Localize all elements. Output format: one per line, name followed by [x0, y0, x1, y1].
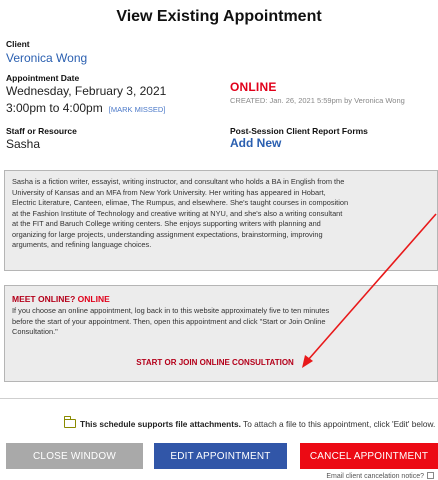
add-new-link[interactable]: Add New — [230, 136, 281, 150]
attachments-note: This schedule supports file attachments.… — [63, 416, 436, 429]
staff-label: Staff or Resource — [6, 126, 77, 136]
client-label: Client — [6, 39, 30, 49]
appointment-mode-badge: ONLINE — [230, 80, 277, 94]
appointment-date: Wednesday, February 3, 2021 — [6, 84, 167, 98]
folder-icon — [63, 416, 76, 428]
meet-online-mode: ONLINE — [77, 294, 110, 304]
edit-appointment-button[interactable]: EDIT APPOINTMENT — [154, 443, 287, 469]
meet-online-box: MEET ONLINE? ONLINE If you choose an onl… — [4, 285, 438, 382]
section-divider — [0, 398, 438, 399]
meet-online-heading: MEET ONLINE? ONLINE — [12, 294, 431, 304]
cancel-notice-label: Email client cancelation notice? — [326, 473, 424, 480]
created-info: CREATED: Jan. 26, 2021 5:59pm by Veronic… — [230, 96, 405, 105]
staff-name: Sasha — [6, 137, 41, 151]
appointment-time-row: 3:00pm to 4:00pm [MARK MISSED] — [6, 101, 165, 115]
appointment-date-label: Appointment Date — [6, 73, 80, 83]
bio-line: arguments, and refining language choices… — [12, 240, 152, 249]
meet-line: If you choose an online appointment, log… — [12, 306, 330, 315]
appointment-time: 3:00pm to 4:00pm — [6, 101, 103, 115]
attachments-bold: This schedule supports file attachments. — [80, 419, 241, 429]
bio-line: Sasha is a fiction writer, essayist, wri… — [12, 177, 345, 186]
start-online-consultation-link[interactable]: START OR JOIN ONLINE CONSULTATION — [5, 358, 425, 367]
staff-bio-box: Sasha is a fiction writer, essayist, wri… — [4, 170, 438, 271]
cancel-appointment-button[interactable]: CANCEL APPOINTMENT — [300, 443, 438, 469]
bio-line: organizing for large projects, understan… — [12, 229, 323, 239]
bio-line: at the Fashion Institute of Technology a… — [12, 208, 343, 218]
meet-online-question: MEET ONLINE? — [12, 294, 76, 304]
client-name-link[interactable]: Veronica Wong — [6, 51, 87, 65]
cancel-notice-checkbox[interactable] — [427, 472, 434, 479]
meet-line: Consultation." — [12, 327, 58, 336]
bio-line: at the FIT and Baruch College writing ce… — [12, 219, 321, 228]
meet-online-instructions: If you choose an online appointment, log… — [12, 306, 431, 338]
page-title: View Existing Appointment — [116, 8, 322, 25]
bio-line: Electric Literature, Canteen, elimae, Th… — [12, 198, 349, 207]
bio-line: University of Kansas and an MFA from New… — [12, 187, 326, 197]
attachments-text: To attach a file to this appointment, cl… — [240, 419, 436, 429]
cancel-notice-row: Email client cancelation notice? — [326, 472, 434, 480]
report-forms-label: Post-Session Client Report Forms — [230, 126, 368, 136]
meet-line: before the start of your appointment. Th… — [12, 316, 326, 326]
mark-missed-link[interactable]: [MARK MISSED] — [109, 105, 166, 114]
close-window-button[interactable]: CLOSE WINDOW — [6, 443, 143, 469]
